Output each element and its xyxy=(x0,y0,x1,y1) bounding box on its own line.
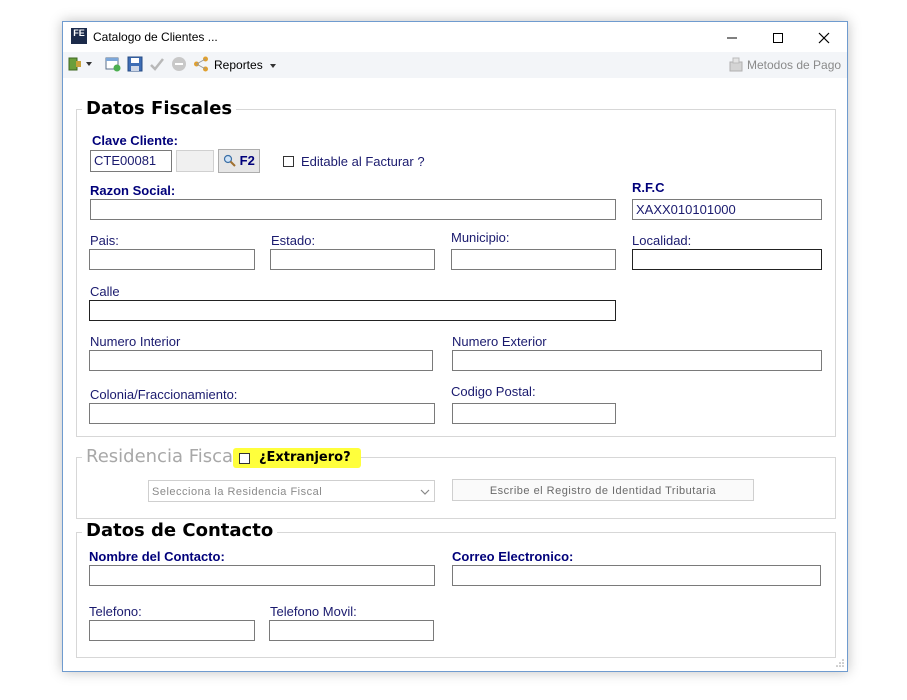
numero-interior-label: Numero Interior xyxy=(90,334,181,349)
new-record-icon[interactable] xyxy=(105,56,121,72)
telefono-field[interactable] xyxy=(89,620,255,641)
exit-icon[interactable] xyxy=(67,56,83,72)
rfc-field[interactable]: XAXX010101000 xyxy=(632,199,822,220)
registro-tributario-field[interactable]: Escribe el Registro de Identidad Tributa… xyxy=(452,479,754,501)
f2-label: F2 xyxy=(239,153,255,168)
telefono-movil-label: Telefono Movil: xyxy=(270,604,357,619)
editable-label: Editable al Facturar ? xyxy=(301,154,425,169)
numero-exterior-label: Numero Exterior xyxy=(452,334,547,349)
reportes-label: Reportes xyxy=(214,58,263,72)
metodos-pago-button[interactable]: Metodos de Pago xyxy=(747,56,841,74)
client-catalog-window: FE Catalogo de Clientes ... Reportes Met… xyxy=(62,21,848,672)
resize-grip-icon[interactable] xyxy=(835,658,845,668)
search-icon xyxy=(223,154,236,167)
codigo-postal-label: Codigo Postal: xyxy=(451,384,536,399)
numero-exterior-field[interactable] xyxy=(452,350,822,371)
datos-contacto-legend: Datos de Contacto xyxy=(82,520,278,541)
window-title: Catalogo de Clientes ... xyxy=(93,30,218,44)
pais-field[interactable] xyxy=(89,249,255,270)
app-logo-text: FE xyxy=(73,28,85,38)
chevron-down-icon xyxy=(270,64,277,68)
share-icon[interactable] xyxy=(193,56,209,72)
extranjero-checkbox[interactable] xyxy=(239,453,250,464)
numero-interior-field[interactable] xyxy=(89,350,433,371)
nombre-contacto-label: Nombre del Contacto: xyxy=(89,549,225,564)
residencia-fiscal-legend: Residencia Fiscal xyxy=(82,446,243,467)
chevron-down-icon xyxy=(420,489,430,495)
editable-checkbox[interactable] xyxy=(283,156,294,167)
maximize-button[interactable] xyxy=(755,22,801,52)
save-icon[interactable] xyxy=(127,56,143,72)
minimize-icon xyxy=(727,37,737,39)
title-bar: FE Catalogo de Clientes ... xyxy=(63,22,847,52)
estado-label: Estado: xyxy=(271,233,316,248)
maximize-icon xyxy=(773,33,783,44)
telefono-label: Telefono: xyxy=(89,604,142,619)
toolbar: Reportes Metodos de Pago xyxy=(63,52,847,78)
close-button[interactable] xyxy=(801,22,847,52)
correo-label: Correo Electronico: xyxy=(452,549,574,564)
check-icon[interactable] xyxy=(149,56,165,72)
codigo-postal-field[interactable] xyxy=(452,403,616,424)
municipio-label: Municipio: xyxy=(451,230,510,245)
search-f2-button[interactable]: F2 xyxy=(218,149,260,173)
telefono-movil-field[interactable] xyxy=(269,620,434,641)
close-icon xyxy=(818,32,830,44)
localidad-label: Localidad: xyxy=(632,233,692,248)
nombre-contacto-field[interactable] xyxy=(89,565,435,586)
rfc-label: R.F.C xyxy=(632,180,665,195)
extranjero-label: ¿Extranjero? xyxy=(259,450,351,465)
municipio-field[interactable] xyxy=(451,249,616,270)
colonia-field[interactable] xyxy=(89,403,435,424)
razon-social-field[interactable] xyxy=(90,199,616,220)
estado-field[interactable] xyxy=(270,249,435,270)
pais-label: Pais: xyxy=(90,233,119,248)
minimize-button[interactable] xyxy=(709,22,755,52)
calle-field[interactable] xyxy=(89,300,616,321)
payment-icon xyxy=(729,57,743,72)
reportes-menu[interactable]: Reportes xyxy=(214,56,277,74)
residencia-select-value: Selecciona la Residencia Fiscal xyxy=(152,486,323,498)
exit-dropdown-icon[interactable] xyxy=(85,61,101,77)
clave-cliente-label: Clave Cliente: xyxy=(92,133,178,148)
datos-fiscales-legend: Datos Fiscales xyxy=(82,98,237,119)
clave-cliente-field[interactable]: CTE00081 xyxy=(90,150,172,172)
calle-label: Calle xyxy=(90,284,120,299)
residencia-select[interactable]: Selecciona la Residencia Fiscal xyxy=(148,480,435,502)
localidad-field[interactable] xyxy=(632,249,822,270)
clave-extra-field xyxy=(176,150,214,172)
colonia-label: Colonia/Fraccionamiento: xyxy=(90,387,238,402)
razon-social-label: Razon Social: xyxy=(90,183,176,198)
app-logo-icon: FE xyxy=(71,28,87,44)
cancel-icon[interactable] xyxy=(171,56,187,72)
correo-field[interactable] xyxy=(452,565,821,586)
